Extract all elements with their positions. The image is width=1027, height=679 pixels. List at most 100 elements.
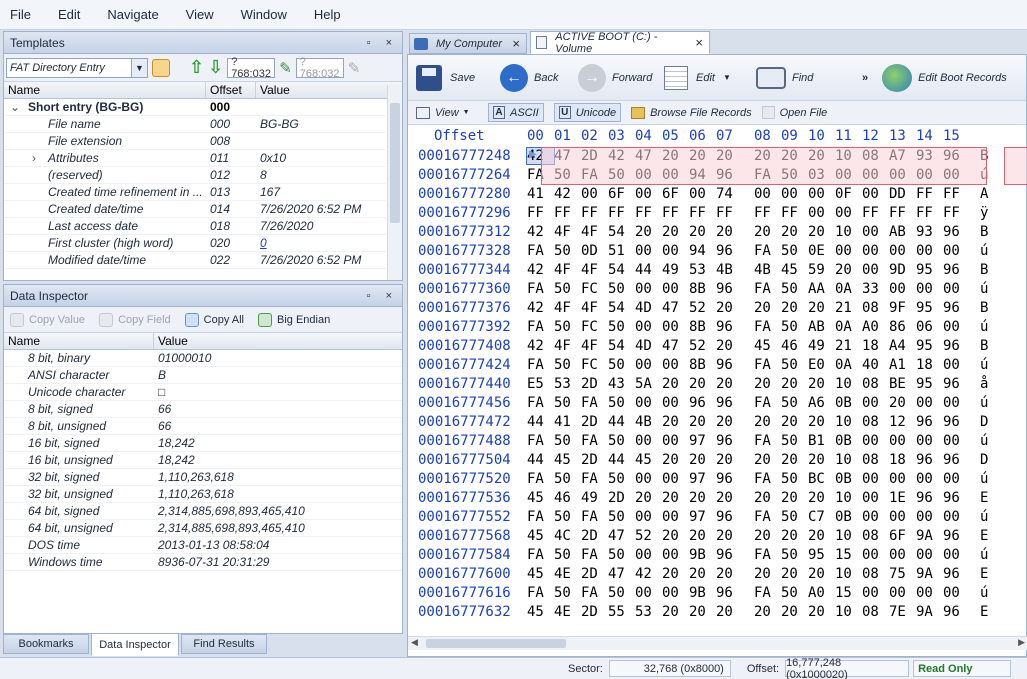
hex-byte[interactable]: 00	[889, 243, 916, 259]
hex-byte[interactable]: 96	[943, 604, 970, 620]
hex-byte[interactable]: FA	[581, 509, 608, 525]
tab-find-results[interactable]: Find Results	[181, 634, 267, 654]
hex-byte[interactable]: 00	[635, 547, 662, 563]
hex-byte[interactable]: 50	[608, 281, 635, 297]
hex-byte[interactable]: 42	[608, 148, 635, 164]
hex-byte[interactable]: 00	[889, 433, 916, 449]
close-icon[interactable]: ×	[512, 36, 520, 51]
hex-byte[interactable]: 95	[916, 338, 943, 354]
hex-byte[interactable]: 97	[689, 471, 716, 487]
find-button[interactable]: Find	[756, 66, 856, 89]
menu-item-view[interactable]: View	[186, 7, 214, 22]
hex-byte[interactable]: 45	[527, 566, 554, 582]
hex-byte[interactable]: 00	[943, 243, 970, 259]
hex-byte[interactable]: 00	[862, 585, 889, 601]
hex-row-offset[interactable]: 00016777408	[408, 338, 527, 354]
hex-ascii-char[interactable]: E	[980, 604, 988, 620]
hex-byte[interactable]: 0F	[835, 186, 862, 202]
hex-byte[interactable]: 20	[754, 452, 781, 468]
template-row[interactable]: First cluster (high word) 020 0	[4, 235, 386, 252]
hex-ascii-char[interactable]: D	[980, 452, 988, 468]
hex-byte[interactable]: 54	[608, 338, 635, 354]
hex-byte[interactable]: 4E	[554, 604, 581, 620]
hex-byte[interactable]: 00	[862, 224, 889, 240]
hex-byte[interactable]: 20	[716, 376, 743, 392]
hex-byte[interactable]: 51	[608, 243, 635, 259]
hex-byte[interactable]: 00	[943, 547, 970, 563]
hex-byte[interactable]: 00	[662, 547, 689, 563]
menu-item-help[interactable]: Help	[314, 7, 341, 22]
hex-byte[interactable]: DD	[889, 186, 916, 202]
hex-byte[interactable]: 00	[889, 471, 916, 487]
hex-byte[interactable]: FA	[527, 585, 554, 601]
hex-byte[interactable]: 20	[808, 528, 835, 544]
hex-byte[interactable]: 2D	[608, 490, 635, 506]
hex-row-offset[interactable]: 00016777264	[408, 167, 527, 183]
hex-ascii-char[interactable]: ú	[980, 585, 988, 601]
template-row[interactable]: File name 000 BG-BG	[4, 116, 386, 133]
hex-byte[interactable]: 00	[662, 471, 689, 487]
hex-byte[interactable]: A0	[808, 585, 835, 601]
browse-file-records-button[interactable]: Browse File Records	[631, 106, 752, 119]
hex-byte[interactable]: 40	[862, 357, 889, 373]
hex-byte[interactable]: 53	[689, 262, 716, 278]
copy-field-button[interactable]: Copy Field	[99, 312, 171, 327]
hex-byte[interactable]: 45	[781, 262, 808, 278]
hex-byte[interactable]: 45	[527, 490, 554, 506]
hex-byte[interactable]: FF	[916, 205, 943, 221]
hex-byte[interactable]: 00	[862, 243, 889, 259]
hex-byte[interactable]: 10	[835, 452, 862, 468]
hex-byte[interactable]: 20	[662, 604, 689, 620]
big-endian-button[interactable]: Big Endian	[258, 312, 330, 327]
hex-byte[interactable]: 08	[862, 528, 889, 544]
open-file-button[interactable]: Open File	[761, 106, 827, 119]
hex-byte[interactable]: 20	[781, 376, 808, 392]
hex-byte[interactable]: 00	[916, 167, 943, 183]
hex-byte[interactable]: 20	[808, 376, 835, 392]
hex-ascii-char[interactable]: ú	[980, 471, 988, 487]
hex-byte[interactable]: 47	[635, 148, 662, 164]
hex-byte[interactable]: FA	[754, 395, 781, 411]
hex-byte[interactable]: FA	[527, 357, 554, 373]
chevron-down-icon[interactable]: ⌄	[10, 100, 20, 114]
hex-byte[interactable]: AA	[808, 281, 835, 297]
hex-byte[interactable]: 46	[554, 490, 581, 506]
edit-button[interactable]: Edit ▼	[664, 65, 756, 90]
hex-byte[interactable]: 50	[608, 319, 635, 335]
hex-byte[interactable]: 4F	[581, 224, 608, 240]
hex-byte[interactable]: 96	[943, 414, 970, 430]
hex-byte[interactable]: 47	[662, 300, 689, 316]
hex-byte[interactable]: 00	[662, 281, 689, 297]
inspector-row[interactable]: 16 bit, signed 18,242	[4, 435, 402, 452]
hex-byte[interactable]: 0B	[835, 509, 862, 525]
hex-byte[interactable]: 50	[554, 243, 581, 259]
hex-byte[interactable]: 10	[835, 148, 862, 164]
hex-byte[interactable]: FF	[889, 205, 916, 221]
hex-byte[interactable]: AB	[808, 319, 835, 335]
hex-row-offset[interactable]: 00016777472	[408, 414, 527, 430]
hex-byte[interactable]: 20	[662, 148, 689, 164]
hex-byte[interactable]: 41	[554, 414, 581, 430]
hex-byte[interactable]: 4B	[754, 262, 781, 278]
hex-byte[interactable]: 96	[716, 547, 743, 563]
hex-ascii-char[interactable]: B	[980, 148, 988, 164]
hex-byte[interactable]: E0	[808, 357, 835, 373]
hex-byte[interactable]: 00	[862, 395, 889, 411]
template-offset-input[interactable]: ?768:032	[227, 56, 276, 80]
hex-byte[interactable]: 00	[943, 433, 970, 449]
hex-byte[interactable]: 53	[635, 604, 662, 620]
hex-byte[interactable]: 96	[716, 509, 743, 525]
hex-byte[interactable]: FF	[527, 205, 554, 221]
hex-ascii-char[interactable]: E	[980, 566, 988, 582]
hex-row-offset[interactable]: 00016777616	[408, 585, 527, 601]
hex-byte[interactable]: 54	[608, 300, 635, 316]
hex-byte[interactable]: 20	[781, 224, 808, 240]
hex-byte[interactable]: 96	[943, 452, 970, 468]
hex-byte[interactable]: 9A	[916, 604, 943, 620]
hex-byte[interactable]: FA	[754, 547, 781, 563]
hex-byte[interactable]: 20	[781, 452, 808, 468]
inspector-row[interactable]: 8 bit, signed 66	[4, 401, 402, 418]
hex-byte[interactable]: 9B	[689, 585, 716, 601]
hex-byte[interactable]: FA	[581, 395, 608, 411]
hex-byte[interactable]: 00	[635, 471, 662, 487]
